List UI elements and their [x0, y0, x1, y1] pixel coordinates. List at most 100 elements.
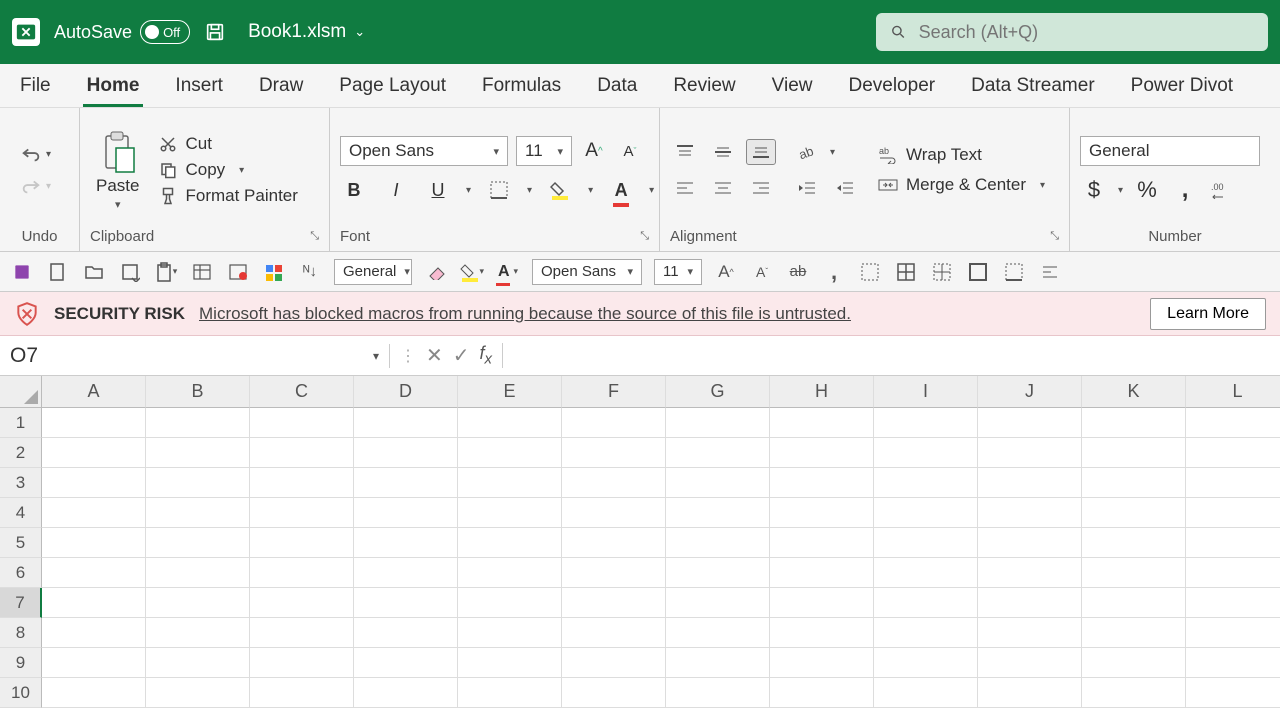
column-header-K[interactable]: K	[1082, 376, 1186, 408]
currency-button[interactable]: $	[1080, 176, 1108, 204]
cell-I3[interactable]	[874, 468, 978, 498]
cell-G4[interactable]	[666, 498, 770, 528]
cell-G5[interactable]	[666, 528, 770, 558]
cell-F5[interactable]	[562, 528, 666, 558]
cell-C4[interactable]	[250, 498, 354, 528]
row-header-9[interactable]: 9	[0, 648, 42, 678]
column-header-I[interactable]: I	[874, 376, 978, 408]
cell-F6[interactable]	[562, 558, 666, 588]
tab-insert[interactable]: Insert	[171, 67, 227, 107]
qat-grow-font-icon[interactable]: A^	[714, 260, 738, 284]
enter-formula-icon[interactable]: ✓	[453, 343, 470, 368]
format-painter-button[interactable]: Format Painter	[159, 186, 297, 206]
italic-button[interactable]: I	[382, 176, 410, 204]
cell-H7[interactable]	[770, 588, 874, 618]
learn-more-button[interactable]: Learn More	[1150, 298, 1266, 330]
cell-A9[interactable]	[42, 648, 146, 678]
cell-B1[interactable]	[146, 408, 250, 438]
fill-color-button[interactable]	[546, 176, 574, 204]
font-name-combo[interactable]: Open Sans▾	[340, 136, 508, 166]
cell-B7[interactable]	[146, 588, 250, 618]
cell-A3[interactable]	[42, 468, 146, 498]
column-header-B[interactable]: B	[146, 376, 250, 408]
cell-C7[interactable]	[250, 588, 354, 618]
redo-button[interactable]: ▾	[14, 173, 57, 199]
cell-D5[interactable]	[354, 528, 458, 558]
qat-fontcolor-icon[interactable]: A▾	[496, 260, 520, 284]
cell-E5[interactable]	[458, 528, 562, 558]
cell-E8[interactable]	[458, 618, 562, 648]
cell-B4[interactable]	[146, 498, 250, 528]
tab-file[interactable]: File	[16, 67, 55, 107]
tab-formulas[interactable]: Formulas	[478, 67, 565, 107]
cell-K1[interactable]	[1082, 408, 1186, 438]
cell-I7[interactable]	[874, 588, 978, 618]
cell-A4[interactable]	[42, 498, 146, 528]
orientation-button[interactable]: ab	[792, 139, 822, 165]
cell-I5[interactable]	[874, 528, 978, 558]
fx-icon[interactable]: fx	[480, 343, 493, 368]
cell-E3[interactable]	[458, 468, 562, 498]
cell-K4[interactable]	[1082, 498, 1186, 528]
cell-I9[interactable]	[874, 648, 978, 678]
column-header-E[interactable]: E	[458, 376, 562, 408]
font-size-combo[interactable]: 11▾	[516, 136, 572, 166]
cell-B3[interactable]	[146, 468, 250, 498]
cell-F3[interactable]	[562, 468, 666, 498]
undo-button[interactable]: ▾	[14, 141, 57, 167]
cell-H6[interactable]	[770, 558, 874, 588]
cell-G8[interactable]	[666, 618, 770, 648]
cell-F2[interactable]	[562, 438, 666, 468]
column-header-J[interactable]: J	[978, 376, 1082, 408]
row-header-7[interactable]: 7	[0, 588, 42, 618]
cell-H9[interactable]	[770, 648, 874, 678]
cell-C10[interactable]	[250, 678, 354, 708]
cell-L1[interactable]	[1186, 408, 1280, 438]
cell-J8[interactable]	[978, 618, 1082, 648]
qat-save-icon[interactable]	[10, 260, 34, 284]
tab-data[interactable]: Data	[593, 67, 641, 107]
cell-A7[interactable]	[42, 588, 146, 618]
cell-J2[interactable]	[978, 438, 1082, 468]
cell-G1[interactable]	[666, 408, 770, 438]
cell-G7[interactable]	[666, 588, 770, 618]
cell-G10[interactable]	[666, 678, 770, 708]
increase-decimal-button[interactable]: .00	[1209, 176, 1237, 204]
font-launcher-icon[interactable]: ⤡	[640, 230, 649, 243]
cell-D7[interactable]	[354, 588, 458, 618]
qat-border2-icon[interactable]	[894, 260, 918, 284]
cell-E7[interactable]	[458, 588, 562, 618]
cell-C5[interactable]	[250, 528, 354, 558]
tab-home[interactable]: Home	[83, 67, 144, 107]
comma-button[interactable]: ,	[1171, 176, 1199, 204]
cell-J3[interactable]	[978, 468, 1082, 498]
cell-B8[interactable]	[146, 618, 250, 648]
decrease-indent-button[interactable]	[792, 175, 822, 201]
cell-B6[interactable]	[146, 558, 250, 588]
cell-A5[interactable]	[42, 528, 146, 558]
cell-B2[interactable]	[146, 438, 250, 468]
paste-icon[interactable]	[100, 130, 136, 174]
cell-L2[interactable]	[1186, 438, 1280, 468]
cell-J5[interactable]	[978, 528, 1082, 558]
qat-strike-icon[interactable]: ab	[786, 260, 810, 284]
cell-H2[interactable]	[770, 438, 874, 468]
cell-J10[interactable]	[978, 678, 1082, 708]
cell-D6[interactable]	[354, 558, 458, 588]
select-all-corner[interactable]	[0, 376, 42, 408]
cell-H3[interactable]	[770, 468, 874, 498]
paste-dropdown[interactable]: ▾	[115, 198, 121, 211]
cell-I2[interactable]	[874, 438, 978, 468]
row-header-2[interactable]: 2	[0, 438, 42, 468]
cell-E6[interactable]	[458, 558, 562, 588]
cell-L8[interactable]	[1186, 618, 1280, 648]
cell-B5[interactable]	[146, 528, 250, 558]
cell-C3[interactable]	[250, 468, 354, 498]
qat-eraser-icon[interactable]	[424, 260, 448, 284]
search-input[interactable]	[919, 22, 1254, 43]
column-header-L[interactable]: L	[1186, 376, 1280, 408]
cell-I6[interactable]	[874, 558, 978, 588]
increase-font-icon[interactable]: A^	[580, 137, 608, 165]
copy-button[interactable]: Copy ▾	[159, 160, 297, 180]
cell-K6[interactable]	[1082, 558, 1186, 588]
